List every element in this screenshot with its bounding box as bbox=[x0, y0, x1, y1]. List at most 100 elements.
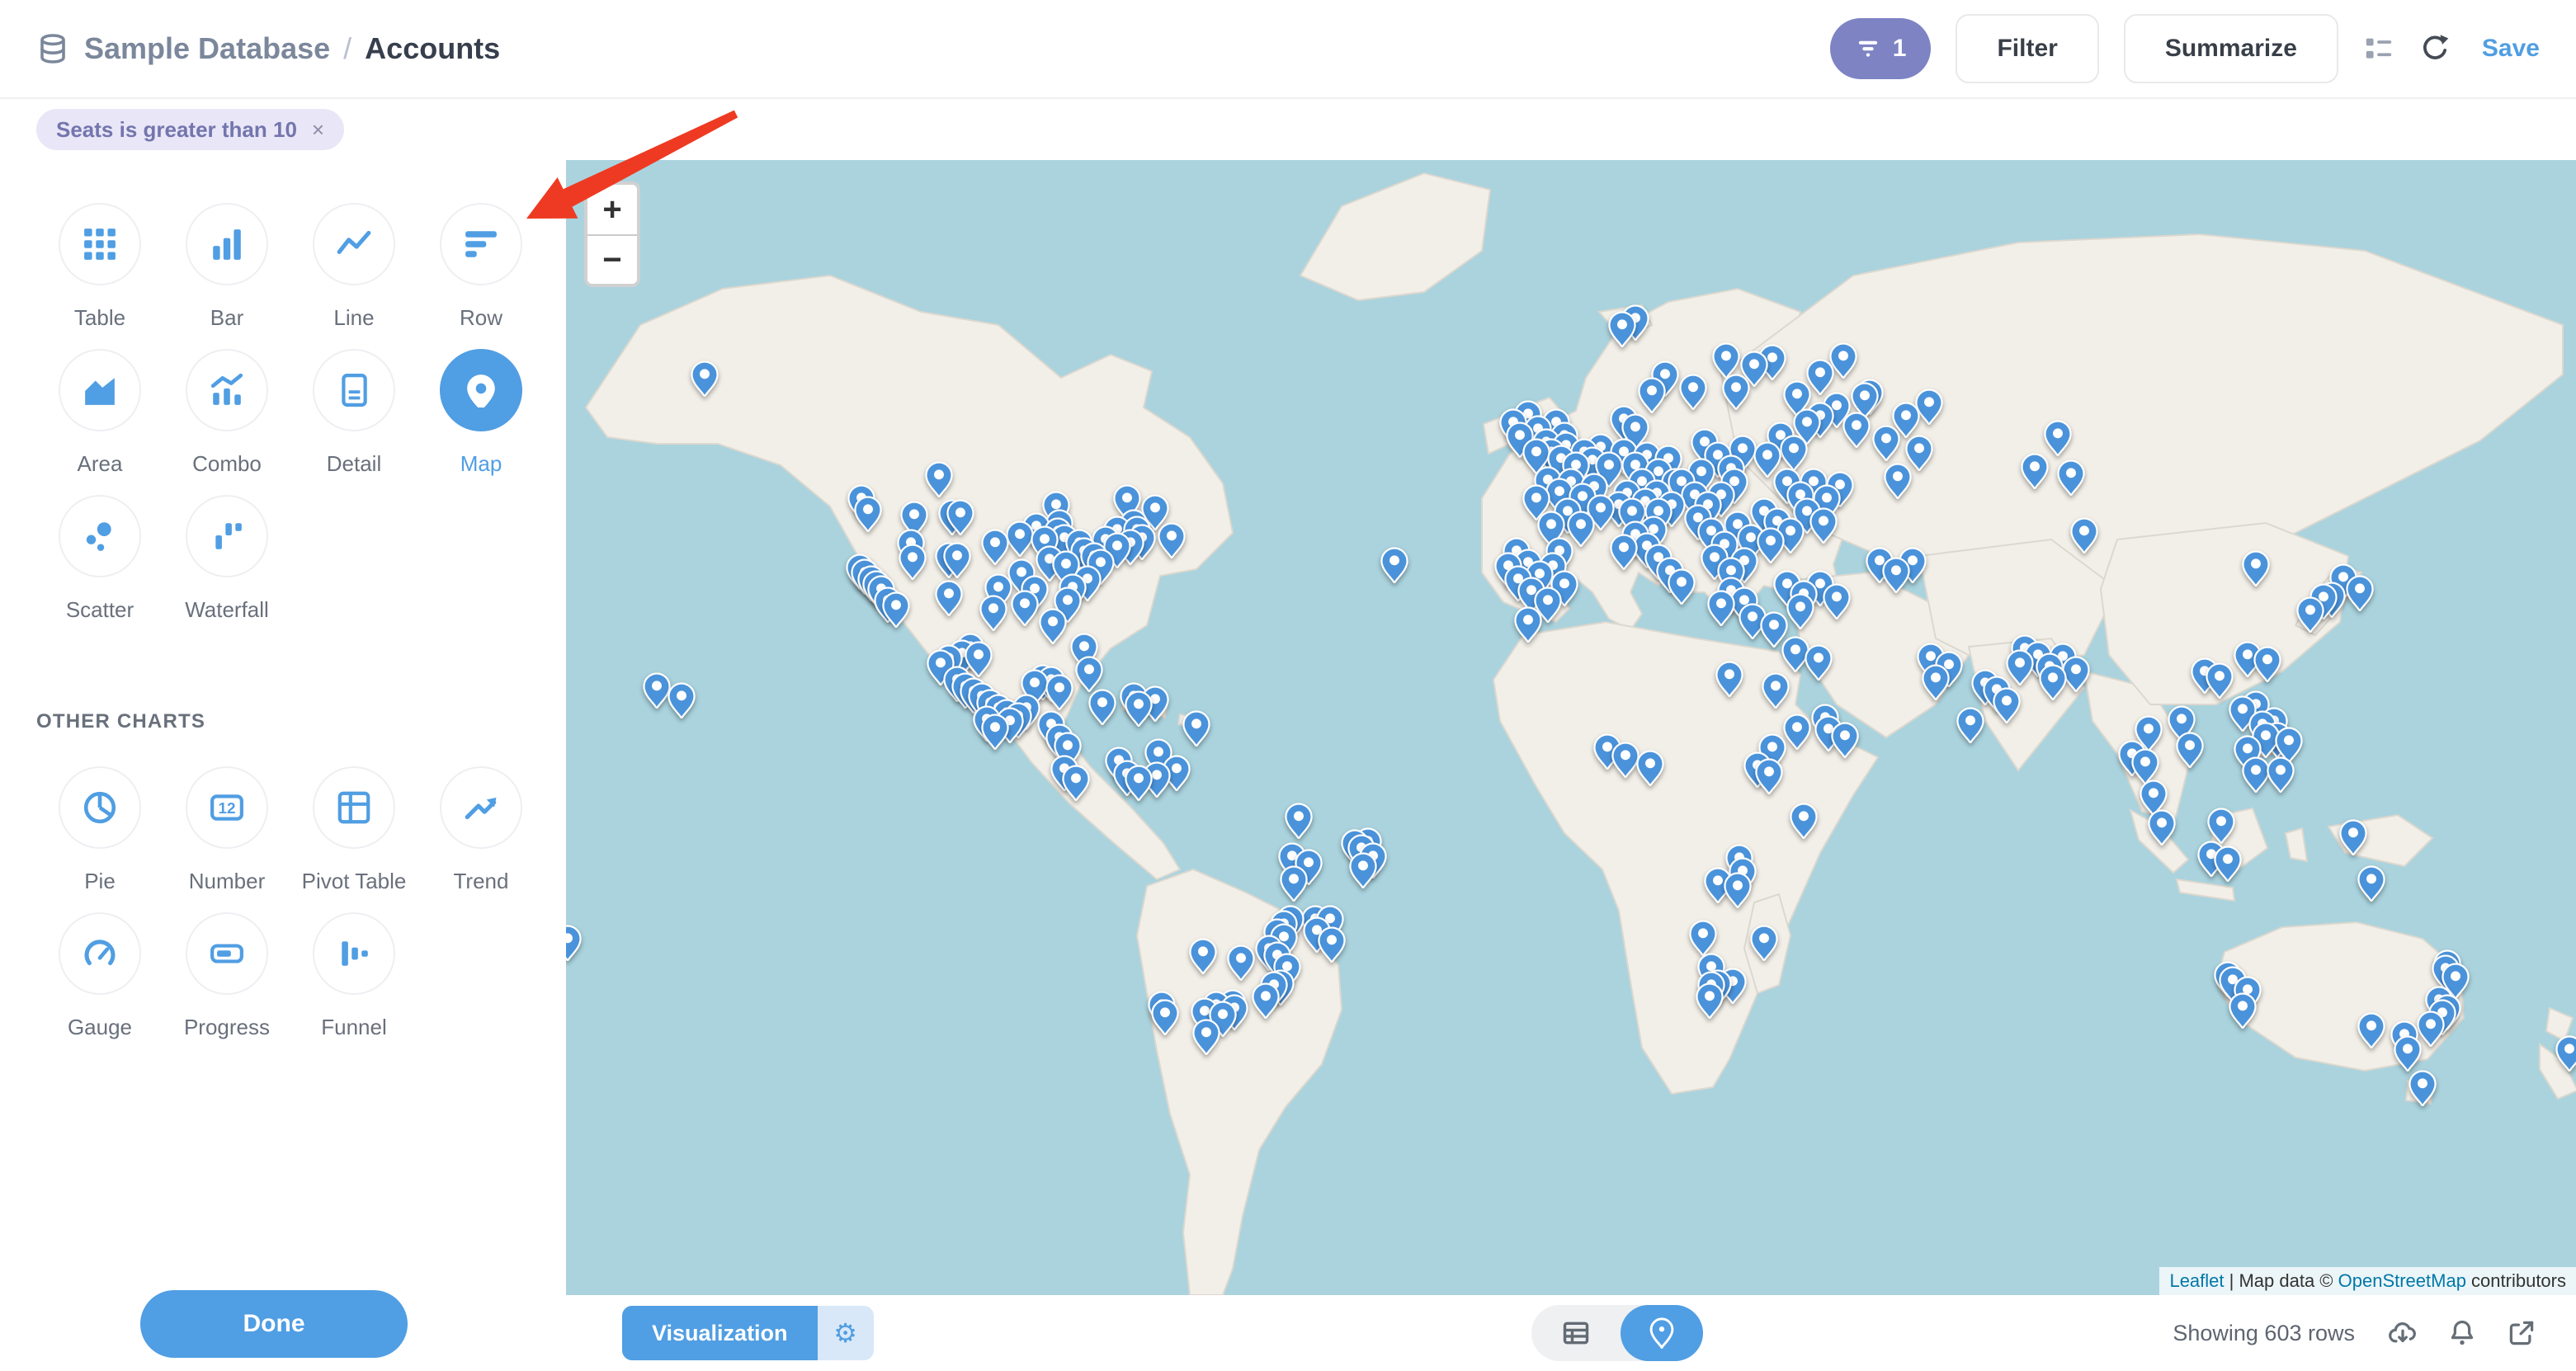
map-pin[interactable] bbox=[1182, 709, 1210, 747]
map-pin[interactable] bbox=[1380, 546, 1408, 584]
chart-type-line[interactable]: Line bbox=[290, 203, 418, 331]
map-pin[interactable] bbox=[2296, 596, 2324, 634]
map-pin[interactable] bbox=[2555, 1034, 2576, 1072]
map-pin[interactable] bbox=[1762, 671, 1790, 709]
map-pin[interactable] bbox=[1252, 982, 1280, 1020]
map-pin[interactable] bbox=[2346, 574, 2374, 612]
filter-button[interactable]: Filter bbox=[1956, 14, 2098, 83]
map-pin[interactable] bbox=[1158, 521, 1186, 559]
map-pin[interactable] bbox=[2357, 865, 2385, 902]
download-icon[interactable] bbox=[2388, 1318, 2418, 1348]
map-pin[interactable] bbox=[1757, 526, 1785, 564]
map-pin[interactable] bbox=[1724, 871, 1752, 909]
leaflet-link[interactable]: Leaflet bbox=[2169, 1270, 2224, 1291]
map-pin[interactable] bbox=[1608, 310, 1636, 348]
map-pin[interactable] bbox=[1610, 533, 1638, 571]
map-pin[interactable] bbox=[1679, 373, 1707, 411]
chart-type-gauge[interactable]: Gauge bbox=[36, 912, 163, 1040]
breadcrumb-database[interactable]: Sample Database bbox=[84, 31, 330, 66]
remove-filter-icon[interactable]: × bbox=[312, 117, 324, 143]
map-pin[interactable] bbox=[1668, 568, 1696, 605]
breadcrumb-table[interactable]: Accounts bbox=[365, 31, 500, 66]
map-pin[interactable] bbox=[1872, 424, 1900, 462]
map-pin[interactable] bbox=[1189, 937, 1217, 975]
map-pin[interactable] bbox=[1707, 589, 1735, 627]
map-pin[interactable] bbox=[925, 460, 953, 498]
map-pin[interactable] bbox=[2394, 1034, 2422, 1072]
map-pin[interactable] bbox=[2267, 756, 2295, 794]
chart-type-funnel[interactable]: Funnel bbox=[290, 912, 418, 1040]
map-pin[interactable] bbox=[1349, 851, 1377, 889]
summarize-button[interactable]: Summarize bbox=[2124, 14, 2338, 83]
zoom-out-button[interactable]: − bbox=[587, 234, 637, 284]
map-pin[interactable] bbox=[2339, 818, 2367, 856]
map-pin[interactable] bbox=[1039, 607, 1067, 645]
map-pin[interactable] bbox=[854, 495, 882, 533]
map-pin[interactable] bbox=[2148, 808, 2176, 846]
map-pin[interactable] bbox=[1722, 373, 1750, 411]
map-pin[interactable] bbox=[935, 579, 963, 617]
map-pin[interactable] bbox=[1192, 1018, 1220, 1056]
map-pin[interactable] bbox=[2253, 645, 2281, 683]
map-pin[interactable] bbox=[1638, 376, 1666, 414]
done-button[interactable]: Done bbox=[140, 1290, 408, 1358]
chart-type-scatter[interactable]: Scatter bbox=[36, 495, 163, 623]
chart-type-progress[interactable]: Progress bbox=[163, 912, 290, 1040]
map-pin[interactable] bbox=[2357, 1011, 2385, 1049]
map-visualization[interactable]: + − Leaflet | Map data © OpenStreetMap c… bbox=[566, 160, 2576, 1295]
map-pin[interactable] bbox=[1125, 764, 1153, 802]
map-pin[interactable] bbox=[981, 528, 1009, 566]
chart-type-waterfall[interactable]: Waterfall bbox=[163, 495, 290, 623]
map-pin[interactable] bbox=[1922, 663, 1950, 701]
map-pin[interactable] bbox=[2021, 452, 2049, 490]
map-pin[interactable] bbox=[1823, 582, 1851, 620]
toggle-table-button[interactable] bbox=[1531, 1318, 1621, 1348]
map-pin[interactable] bbox=[981, 713, 1009, 751]
chart-type-detail[interactable]: Detail bbox=[290, 349, 418, 477]
toggle-map-button[interactable] bbox=[1621, 1305, 1703, 1361]
chart-type-map[interactable]: Map bbox=[418, 349, 545, 477]
map-pin[interactable] bbox=[1062, 764, 1090, 802]
map-pin[interactable] bbox=[1045, 673, 1073, 711]
share-icon[interactable] bbox=[2507, 1318, 2536, 1348]
map-pin[interactable] bbox=[1786, 592, 1814, 630]
visualization-button[interactable]: Visualization bbox=[622, 1306, 818, 1360]
map-pin[interactable] bbox=[1696, 982, 1724, 1020]
refresh-icon[interactable] bbox=[2419, 33, 2451, 64]
openstreetmap-link[interactable]: OpenStreetMap bbox=[2338, 1270, 2466, 1291]
map-pin[interactable] bbox=[979, 594, 1007, 632]
map-pin[interactable] bbox=[2057, 459, 2085, 497]
map-pin[interactable] bbox=[1956, 706, 1984, 744]
map-pin[interactable] bbox=[1783, 713, 1811, 751]
chart-type-combo[interactable]: Combo bbox=[163, 349, 290, 477]
map-pin[interactable] bbox=[1750, 924, 1778, 962]
map-pin[interactable] bbox=[1636, 749, 1664, 787]
map-pin[interactable] bbox=[1285, 802, 1313, 840]
map-pin[interactable] bbox=[566, 924, 582, 962]
map-pin[interactable] bbox=[1280, 865, 1308, 902]
map-pin[interactable] bbox=[1227, 944, 1255, 982]
chart-type-row[interactable]: Row bbox=[418, 203, 545, 331]
map-pin[interactable] bbox=[2242, 549, 2270, 587]
map-pin[interactable] bbox=[1809, 506, 1838, 544]
chart-type-table[interactable]: Table bbox=[36, 203, 163, 331]
map-pin[interactable] bbox=[1125, 690, 1153, 728]
map-pin[interactable] bbox=[2214, 845, 2242, 883]
map-pin[interactable] bbox=[946, 498, 974, 536]
map-pin[interactable] bbox=[643, 671, 671, 709]
map-pin[interactable] bbox=[1884, 462, 1912, 500]
map-pin[interactable] bbox=[1805, 643, 1833, 681]
map-pin[interactable] bbox=[2229, 992, 2257, 1029]
map-pin[interactable] bbox=[899, 543, 927, 581]
map-pin[interactable] bbox=[2070, 516, 2098, 554]
map-pin[interactable] bbox=[1611, 741, 1639, 779]
map-pin[interactable] bbox=[1006, 520, 1034, 558]
map-pin[interactable] bbox=[1715, 660, 1743, 698]
map-pin[interactable] bbox=[1514, 605, 1542, 643]
filter-chip[interactable]: Seats is greater than 10 × bbox=[36, 109, 344, 150]
map-pin[interactable] bbox=[1993, 686, 2021, 724]
map-pin[interactable] bbox=[882, 591, 910, 629]
map-pin[interactable] bbox=[1088, 688, 1116, 726]
map-pin[interactable] bbox=[1831, 721, 1859, 759]
map-pin[interactable] bbox=[1151, 998, 1179, 1036]
